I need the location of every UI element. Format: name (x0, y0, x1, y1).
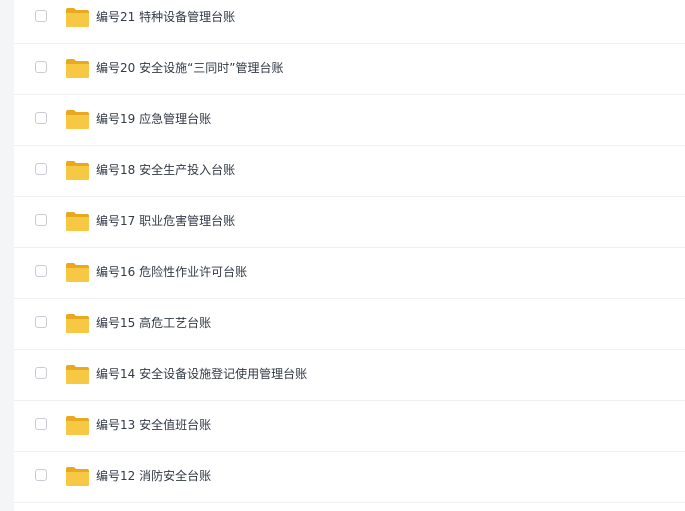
row-checkbox[interactable] (35, 265, 47, 277)
list-item[interactable]: 编号20 安全设施“三同时”管理台账 (14, 44, 685, 95)
file-name[interactable]: 编号13 安全值班台账 (96, 417, 211, 433)
row-checkbox[interactable] (35, 112, 47, 124)
file-list: 编号21 特种设备管理台账 编号20 安全设施“三同时”管理台账 编号19 应急… (14, 0, 685, 503)
list-item[interactable]: 编号15 高危工艺台账 (14, 299, 685, 350)
folder-icon (65, 211, 90, 232)
folder-icon (65, 262, 90, 283)
list-item[interactable]: 编号17 职业危害管理台账 (14, 197, 685, 248)
list-item[interactable]: 编号16 危险性作业许可台账 (14, 248, 685, 299)
file-name[interactable]: 编号15 高危工艺台账 (96, 315, 211, 331)
list-item[interactable]: 编号13 安全值班台账 (14, 401, 685, 452)
row-checkbox[interactable] (35, 10, 47, 22)
file-name[interactable]: 编号21 特种设备管理台账 (96, 9, 235, 25)
folder-icon (65, 415, 90, 436)
folder-icon (65, 313, 90, 334)
row-checkbox[interactable] (35, 469, 47, 481)
row-checkbox[interactable] (35, 316, 47, 328)
folder-icon (65, 466, 90, 487)
file-name[interactable]: 编号18 安全生产投入台账 (96, 162, 235, 178)
row-checkbox[interactable] (35, 61, 47, 73)
list-item[interactable]: 编号21 特种设备管理台账 (14, 0, 685, 44)
folder-icon (65, 109, 90, 130)
file-name[interactable]: 编号19 应急管理台账 (96, 111, 211, 127)
file-name[interactable]: 编号12 消防安全台账 (96, 468, 211, 484)
file-name[interactable]: 编号20 安全设施“三同时”管理台账 (96, 60, 284, 76)
row-checkbox[interactable] (35, 163, 47, 175)
list-item[interactable]: 编号18 安全生产投入台账 (14, 146, 685, 197)
row-checkbox[interactable] (35, 214, 47, 226)
list-item[interactable]: 编号19 应急管理台账 (14, 95, 685, 146)
file-name[interactable]: 编号16 危险性作业许可台账 (96, 264, 247, 280)
list-item[interactable]: 编号14 安全设备设施登记使用管理台账 (14, 350, 685, 401)
folder-icon (65, 58, 90, 79)
folder-icon (65, 7, 90, 28)
list-item[interactable]: 编号12 消防安全台账 (14, 452, 685, 503)
row-checkbox[interactable] (35, 418, 47, 430)
row-checkbox[interactable] (35, 367, 47, 379)
file-name[interactable]: 编号14 安全设备设施登记使用管理台账 (96, 366, 307, 382)
folder-icon (65, 160, 90, 181)
left-gutter (0, 0, 14, 511)
file-name[interactable]: 编号17 职业危害管理台账 (96, 213, 235, 229)
folder-icon (65, 364, 90, 385)
